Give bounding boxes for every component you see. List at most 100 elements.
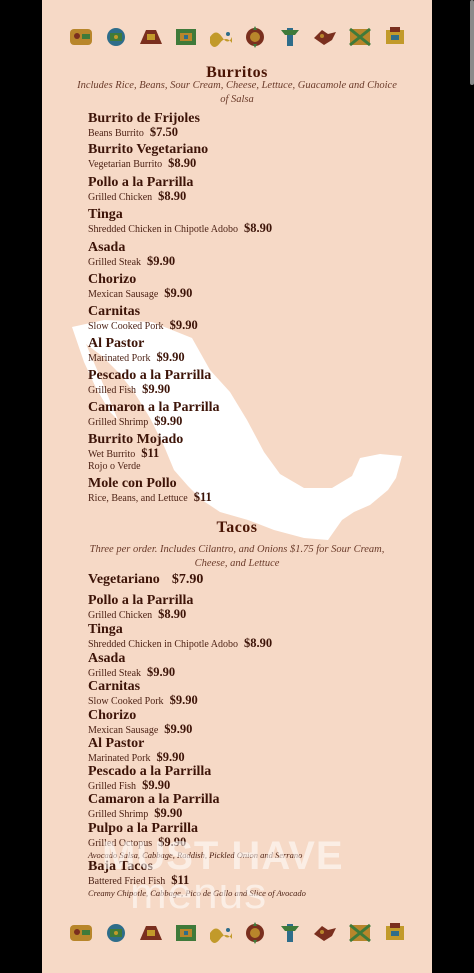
item-name: Asada — [88, 240, 126, 255]
menu-item: Burrito Vegetariano Vegetarian Burrito $8.… — [88, 142, 408, 171]
menu-item: Pollo a la Parrilla Grilled Chicken $8.90 — [88, 593, 408, 622]
menu-item: Asada Grilled Steak $9.90 — [88, 651, 408, 680]
item-description: Grilled Chicken — [88, 192, 153, 203]
menu-item: Tinga Shredded Chicken in Chipotle Adobo $… — [88, 207, 408, 236]
item-desc-line: Rice, Beans, and Lettuce $11 — [88, 491, 408, 505]
item-name: Burrito de Frijoles — [88, 111, 200, 126]
item-description: Shredded Chicken in Chipotle Adobo — [88, 224, 238, 235]
item-desc-line: Grilled Fish $9.90 — [88, 779, 408, 793]
menu-item: Chorizo Mexican Sausage $9.90 — [88, 272, 408, 301]
item-name: Tinga — [88, 207, 123, 222]
item-price: $11 — [141, 446, 160, 460]
item-description: Battered Fried Fish — [88, 876, 166, 887]
menu-item: Vegetariano $7.90 — [88, 572, 408, 587]
section-note-burritos: Includes Rice, Beans, Sour Cream, Cheese… — [77, 80, 397, 105]
item-description: Grilled Fish — [88, 781, 137, 792]
item-desc-line: Vegetarian Burrito $8.90 — [88, 157, 408, 171]
menu-item: Pescado a la Parrilla Grilled Fish $9.90 — [88, 764, 408, 793]
item-name: Asada — [88, 651, 126, 666]
menu-item: Burrito de Frijoles Beans Burrito $7.50 — [88, 111, 408, 140]
item-name: Mole con Pollo — [88, 476, 177, 491]
item-extra: Creamy Chipotle, Cabbage, Pico de Gallo … — [88, 888, 306, 898]
menu-item: Camaron a la Parrilla Grilled Shrimp $9.90 — [88, 400, 408, 429]
menu-item: Pescado a la Parrilla Grilled Fish $9.90 — [88, 368, 408, 397]
item-price: $9.90 — [142, 778, 171, 792]
item-price: $9.90 — [169, 693, 198, 707]
item-price: $9.90 — [156, 750, 185, 764]
item-description: Grilled Shrimp — [88, 809, 149, 820]
menu-page: Burritos Includes Rice, Beans, Sour Cream… — [42, 0, 432, 973]
item-price: $7.50 — [149, 125, 178, 139]
item-name: Camaron a la Parrilla — [88, 400, 220, 415]
menu-item: Pulpo a la Parrilla Grilled Octopus $9.90 A… — [88, 821, 408, 861]
item-desc-line: Grilled Steak $9.90 — [88, 666, 408, 680]
item-name: Camaron a la Parrilla — [88, 792, 220, 807]
item-desc-line: Grilled Fish $9.90 — [88, 383, 408, 397]
menu-item: Mole con Pollo Rice, Beans, and Lettuce $1… — [88, 476, 408, 505]
item-description: Beans Burrito — [88, 128, 144, 139]
item-price: $11 — [193, 490, 212, 504]
menu-item: Al Pastor Marinated Pork $9.90 — [88, 736, 408, 765]
item-price: $8.90 — [244, 221, 273, 235]
item-description: Grilled Octopus — [88, 838, 153, 849]
item-description: Mexican Sausage — [88, 725, 159, 736]
item-price: $9.90 — [169, 318, 198, 332]
item-desc-line: Wet Burrito $11 — [88, 447, 408, 461]
item-price: $9.90 — [154, 806, 183, 820]
item-name: Al Pastor — [88, 736, 145, 751]
item-price: $9.90 — [158, 835, 187, 849]
menu-item: Chorizo Mexican Sausage $9.90 — [88, 708, 408, 737]
section-note-tacos: Three per order. Includes Cilantro, and … — [89, 544, 385, 569]
item-price: $8.90 — [244, 636, 273, 650]
item-name: Chorizo — [88, 272, 137, 287]
item-description: Vegetarian Burrito — [88, 159, 163, 170]
item-desc-line: Battered Fried Fish $11 — [88, 874, 408, 888]
menu-item: Al Pastor Marinated Pork $9.90 — [88, 336, 408, 365]
item-desc-line: Shredded Chicken in Chipotle Adobo $8.90 — [88, 637, 408, 651]
item-desc-line: Grilled Shrimp $9.90 — [88, 415, 408, 429]
item-desc-line: Grilled Chicken $8.90 — [88, 608, 408, 622]
item-name: Pollo a la Parrilla — [88, 175, 194, 190]
item-price: $7.90 — [171, 572, 204, 587]
item-name: Vegetariano $7.90 — [88, 572, 204, 587]
item-name: Burrito Mojado — [88, 432, 184, 447]
item-name: Carnitas — [88, 304, 141, 319]
item-name: Pulpo a la Parrilla — [88, 821, 199, 836]
item-description: Grilled Shrimp — [88, 417, 149, 428]
item-description: Grilled Steak — [88, 257, 142, 268]
item-price: $8.90 — [158, 189, 187, 203]
item-price: $9.90 — [147, 665, 176, 679]
menu-item: Pollo a la Parrilla Grilled Chicken $8.90 — [88, 175, 408, 204]
item-description: Rice, Beans, and Lettuce — [88, 493, 188, 504]
section-title-tacos: Tacos — [216, 519, 258, 536]
item-name: Al Pastor — [88, 336, 145, 351]
item-name: Burrito Vegetariano — [88, 142, 209, 157]
item-desc-line: Grilled Steak $9.90 — [88, 255, 408, 269]
item-desc-line: Grilled Chicken $8.90 — [88, 190, 408, 204]
item-desc-line: Beans Burrito $7.50 — [88, 126, 408, 140]
item-description: Slow Cooked Pork — [88, 321, 164, 332]
item-name: Tinga — [88, 622, 123, 637]
item-description: Mexican Sausage — [88, 289, 159, 300]
item-name: Pescado a la Parrilla — [88, 764, 212, 779]
item-price: $9.90 — [147, 254, 176, 268]
item-desc-line: Mexican Sausage $9.90 — [88, 287, 408, 301]
item-price: $9.90 — [164, 286, 193, 300]
menu-item: Burrito Mojado Wet Burrito $11 Rojo o Verde — [88, 432, 408, 473]
item-price: $9.90 — [154, 414, 183, 428]
item-name: Baja Tacos — [88, 859, 153, 874]
menu-item: Tinga Shredded Chicken in Chipotle Adobo $… — [88, 622, 408, 651]
item-name: Chorizo — [88, 708, 137, 723]
menu-item: Carnitas Slow Cooked Pork $9.90 — [88, 679, 408, 708]
item-description: Grilled Steak — [88, 668, 142, 679]
item-description: Shredded Chicken in Chipotle Adobo — [88, 639, 238, 650]
scrollbar[interactable] — [470, 0, 474, 85]
item-desc-line: Shredded Chicken in Chipotle Adobo $8.90 — [88, 222, 408, 236]
item-name: Carnitas — [88, 679, 141, 694]
menu-item: Carnitas Slow Cooked Pork $9.90 — [88, 304, 408, 333]
menu-item: Asada Grilled Steak $9.90 — [88, 240, 408, 269]
item-price: $11 — [171, 873, 190, 887]
menu-item: Camaron a la Parrilla Grilled Shrimp $9.90 — [88, 792, 408, 821]
item-description: Grilled Fish — [88, 385, 137, 396]
item-description: Marinated Pork — [88, 353, 151, 364]
